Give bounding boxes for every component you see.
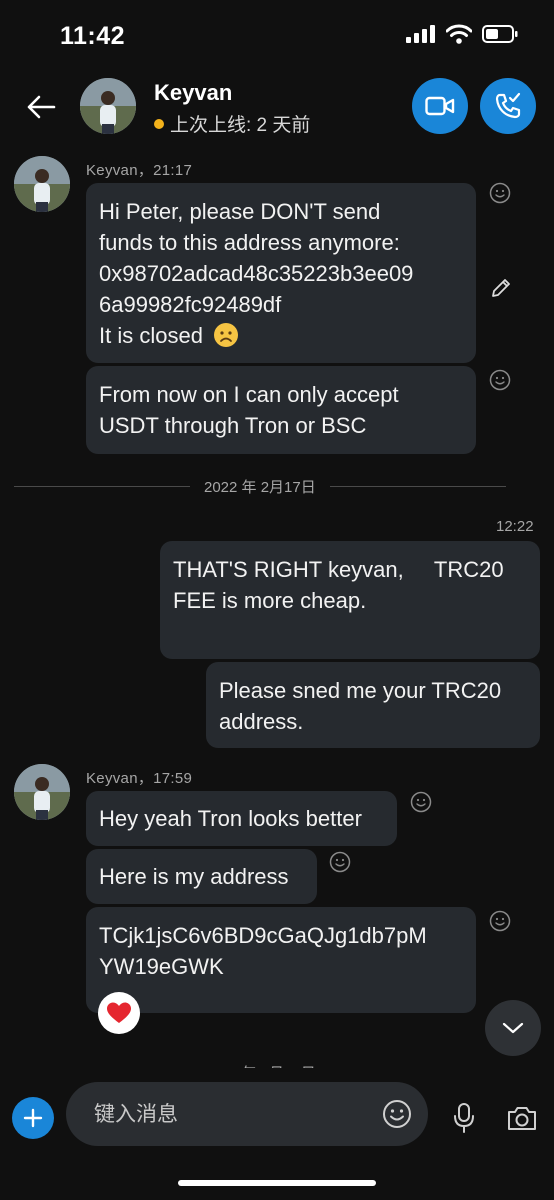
message-line: Hi Peter, please DON'T send: [99, 199, 381, 224]
add-reaction-icon[interactable]: [410, 791, 432, 813]
message-bubble[interactable]: Hey yeah Tron looks better: [86, 791, 397, 846]
contact-avatar[interactable]: [80, 78, 136, 134]
video-call-icon: [425, 96, 455, 116]
home-indicator: [178, 1180, 376, 1186]
emoji-picker-icon[interactable]: [382, 1099, 412, 1129]
separator-line: [14, 485, 190, 487]
message-input-container[interactable]: [66, 1082, 428, 1148]
presence-text: 上次上线: 2 天前: [170, 115, 311, 136]
heart-icon: [107, 1002, 131, 1023]
avatar-photo: [14, 156, 70, 212]
message-line: From now on I can only accept: [99, 382, 399, 407]
message-line: Please sned me your TRC20: [219, 678, 502, 703]
sender-avatar[interactable]: [14, 764, 70, 820]
sender-meta: Keyvan，17:59: [86, 770, 193, 787]
message-bubble-outgoing[interactable]: THAT'S RIGHT keyvan, TRC20 FEE is more c…: [160, 541, 540, 659]
message-line: Here is my address: [99, 864, 289, 889]
camera-icon[interactable]: [506, 1104, 538, 1132]
avatar-photo: [14, 764, 70, 820]
message-line-last: It is closed: [99, 320, 463, 351]
add-reaction-icon[interactable]: [489, 910, 511, 932]
battery-icon: [482, 25, 518, 43]
message-line: Hey yeah Tron looks better: [99, 806, 362, 831]
message-line: TCjk1jsC6v6BD9cGaQJg1db7pM: [99, 923, 427, 948]
plus-icon: [23, 1108, 43, 1128]
phone-call-icon: [495, 92, 521, 119]
presence-status: 上次上线: 2 天前: [154, 110, 310, 137]
sender-meta: Keyvan，21:17: [86, 162, 193, 179]
separator-line: [329, 485, 506, 487]
microphone-icon[interactable]: [452, 1102, 476, 1134]
message-line: 6a99982fc92489df: [99, 292, 282, 317]
message-line: 0x98702adcad48c35223b3ee09: [99, 261, 414, 286]
date-label: 2022 年 2月17日: [204, 478, 316, 496]
message-bubble[interactable]: Hi Peter, please DON'T send funds to thi…: [86, 183, 476, 363]
add-attachment-button[interactable]: [12, 1097, 54, 1139]
chevron-down-icon: [502, 1022, 524, 1034]
status-icons: [406, 24, 518, 44]
add-reaction-icon[interactable]: [489, 182, 511, 204]
message-line: THAT'S RIGHT keyvan, TRC20: [173, 557, 504, 582]
sad-face-emoji: [213, 322, 239, 348]
message-line: address.: [219, 709, 304, 734]
contact-name[interactable]: Keyvan: [154, 80, 232, 106]
message-line: USDT through Tron or BSC: [99, 413, 367, 438]
phone-call-button[interactable]: [480, 78, 536, 134]
message-input[interactable]: [92, 1082, 376, 1148]
message-bubble[interactable]: Here is my address: [86, 849, 317, 904]
video-call-button[interactable]: [412, 78, 468, 134]
message-line: YW19eGWK: [99, 954, 224, 979]
status-time: 11:42: [60, 22, 126, 50]
wifi-icon: [446, 24, 472, 44]
message-bubble[interactable]: TCjk1jsC6v6BD9cGaQJg1db7pM YW19eGWK: [86, 907, 476, 1013]
sender-avatar[interactable]: [14, 156, 70, 212]
cellular-signal-icon: [406, 25, 435, 43]
message-time: 12:22: [496, 518, 534, 535]
message-bubble-outgoing[interactable]: Please sned me your TRC20 address.: [206, 662, 540, 748]
back-button[interactable]: [22, 88, 60, 126]
presence-dot-icon: [154, 118, 164, 129]
edit-pencil-icon[interactable]: [489, 276, 513, 300]
add-reaction-icon[interactable]: [329, 851, 351, 873]
message-text: It is closed: [99, 323, 203, 348]
scroll-to-bottom-button[interactable]: [485, 1000, 541, 1056]
message-line: FEE is more cheap.: [173, 588, 367, 613]
message-bubble[interactable]: From now on I can only accept USDT throu…: [86, 366, 476, 454]
back-arrow-icon: [27, 95, 56, 119]
avatar-photo: [80, 78, 136, 134]
message-line: funds to this address anymore:: [99, 230, 400, 255]
add-reaction-icon[interactable]: [489, 369, 511, 391]
heart-reaction[interactable]: [98, 992, 140, 1034]
date-separator: 2022 年 2月17日: [14, 476, 540, 496]
